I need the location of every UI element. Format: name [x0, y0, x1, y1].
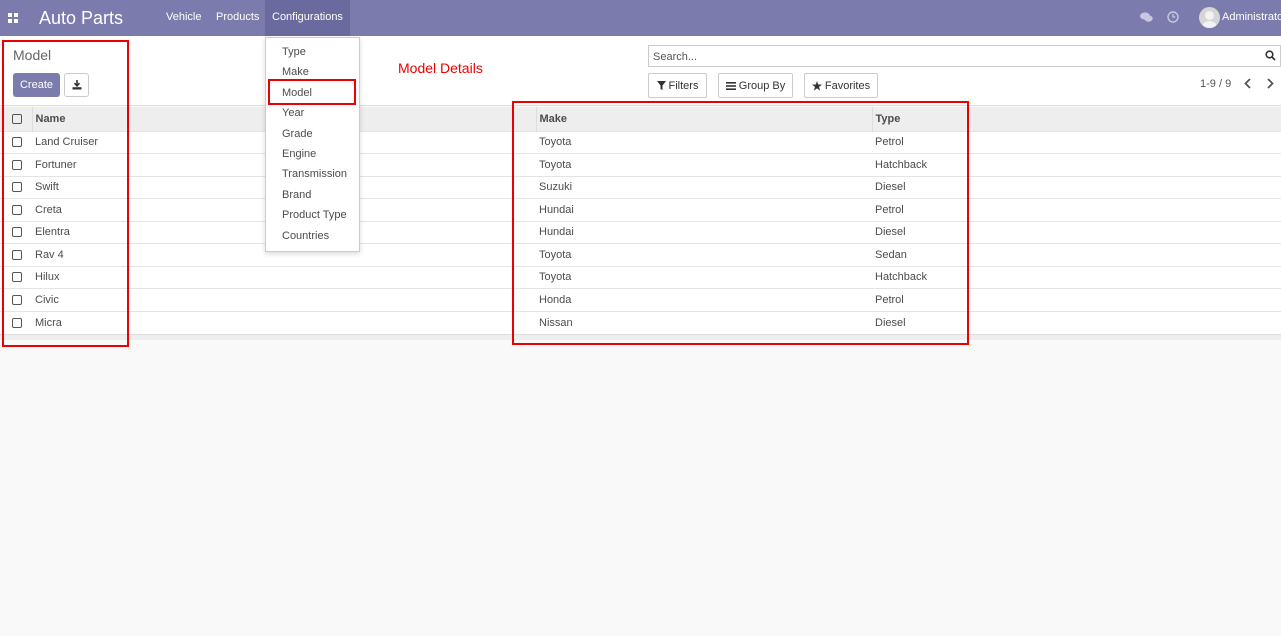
select-all-checkbox[interactable] [12, 113, 22, 124]
group-by-label: Group By [738, 79, 786, 92]
row-checkbox[interactable] [12, 227, 22, 238]
download-icon [72, 80, 81, 90]
configurations-dropdown: Type Make Model Year Grade Engine Transm… [265, 37, 360, 252]
dropdown-item-type[interactable]: Type [282, 46, 306, 58]
search-input[interactable] [653, 49, 1253, 64]
row-checkbox[interactable] [12, 272, 22, 283]
select-all-cell [0, 107, 32, 131]
dropdown-item-make[interactable]: Make [282, 66, 309, 78]
star-icon [811, 80, 822, 91]
row-checkbox[interactable] [12, 137, 22, 148]
cell-make[interactable]: Toyota [536, 265, 872, 289]
row-checkbox[interactable] [12, 182, 22, 193]
cell-type[interactable]: Petrol [872, 198, 1281, 221]
row-checkbox[interactable] [12, 317, 22, 328]
column-header-make[interactable]: Make [535, 107, 872, 131]
model-table: Name Make Type Land Cruiser Toyota Petrol F… [0, 107, 1281, 334]
table-row[interactable]: Land Cruiser Toyota Petrol [0, 130, 1281, 154]
filters-button[interactable]: Filters [648, 73, 707, 98]
cell-make[interactable]: Toyota [536, 243, 872, 266]
top-navbar: Auto Parts Vehicle Products Configuratio… [0, 0, 1281, 36]
table-row[interactable]: Rav 4 Toyota Sedan [0, 243, 1281, 266]
cell-make[interactable]: Honda [536, 288, 872, 311]
cell-make[interactable]: Hundai [536, 220, 872, 244]
list-icon [725, 81, 736, 90]
cell-type[interactable]: Petrol [872, 130, 1281, 154]
row-checkbox[interactable] [12, 159, 22, 170]
cell-type[interactable]: Hatchback [872, 153, 1281, 176]
table-row[interactable]: Micra Nissan Diesel [0, 310, 1281, 334]
row-select-cell [0, 243, 32, 266]
annotation-label: Model Details [398, 60, 483, 76]
search-box[interactable] [648, 45, 1281, 67]
dropdown-item-engine[interactable]: Engine [282, 148, 316, 160]
pager-value[interactable]: 1-9 / 9 [1200, 78, 1231, 90]
cell-name[interactable]: Hilux [32, 265, 536, 289]
row-select-cell [0, 175, 32, 199]
dropdown-item-brand[interactable]: Brand [282, 189, 311, 201]
chevron-left-icon[interactable] [1243, 78, 1253, 89]
table-row[interactable]: Civic Honda Petrol [0, 288, 1281, 311]
cell-make[interactable]: Toyota [536, 153, 872, 176]
row-checkbox[interactable] [12, 249, 22, 260]
dropdown-item-year[interactable]: Year [282, 107, 304, 119]
menu-vehicle[interactable]: Vehicle [159, 0, 208, 36]
dropdown-item-transmission[interactable]: Transmission [282, 168, 347, 180]
row-select-cell [0, 153, 32, 176]
cell-name[interactable]: Micra [32, 310, 536, 334]
row-select-cell [0, 288, 32, 311]
row-select-cell [0, 220, 32, 244]
menu-products[interactable]: Products [209, 0, 266, 36]
dropdown-item-model[interactable]: Model [282, 87, 312, 99]
cell-type[interactable]: Diesel [872, 220, 1281, 244]
cell-type[interactable]: Petrol [872, 288, 1281, 311]
create-button[interactable]: Create [13, 73, 60, 97]
row-select-cell [0, 198, 32, 221]
dropdown-item-product-type[interactable]: Product Type [282, 209, 347, 221]
cell-type[interactable]: Sedan [872, 243, 1281, 266]
row-checkbox[interactable] [12, 294, 22, 305]
table-row[interactable]: Creta Hundai Petrol [0, 198, 1281, 221]
cell-type[interactable]: Hatchback [872, 265, 1281, 289]
table-footer [0, 333, 1281, 340]
control-panel: Model Create Model Details Filters Group… [0, 36, 1281, 106]
row-select-cell [0, 310, 32, 334]
user-name[interactable]: Administrator [1222, 11, 1281, 23]
dropdown-item-grade[interactable]: Grade [282, 128, 313, 140]
chat-icon[interactable] [1140, 12, 1153, 23]
row-select-cell [0, 130, 32, 154]
chevron-right-icon[interactable] [1265, 78, 1275, 89]
cell-type[interactable]: Diesel [872, 310, 1281, 334]
list-view: Name Make Type Land Cruiser Toyota Petrol F… [0, 107, 1281, 340]
table-row[interactable]: Elentra Hundai Diesel [0, 220, 1281, 244]
dropdown-item-countries[interactable]: Countries [282, 230, 329, 242]
favorites-label: Favorites [824, 79, 871, 92]
group-by-button[interactable]: Group By [718, 73, 793, 98]
cell-make[interactable]: Toyota [536, 130, 872, 154]
table-row[interactable]: Hilux Toyota Hatchback [0, 265, 1281, 289]
cell-make[interactable]: Suzuki [536, 175, 872, 199]
table-row[interactable]: Fortuner Toyota Hatchback [0, 153, 1281, 176]
cell-make[interactable]: Nissan [536, 310, 872, 334]
app-title[interactable]: Auto Parts [39, 8, 123, 29]
search-icon[interactable] [1265, 50, 1276, 61]
page-title: Model [13, 47, 52, 63]
table-header-row: Name Make Type [0, 107, 1281, 131]
activity-clock-icon[interactable] [1167, 11, 1179, 23]
cell-make[interactable]: Hundai [536, 198, 872, 221]
cell-type[interactable]: Diesel [872, 175, 1281, 199]
table-row[interactable]: Swift Suzuki Diesel [0, 175, 1281, 199]
filters-label: Filters [668, 79, 699, 92]
download-button[interactable] [64, 73, 89, 97]
apps-grid-icon[interactable] [8, 13, 18, 23]
column-header-type[interactable]: Type [871, 107, 1281, 131]
cell-name[interactable]: Civic [32, 288, 536, 311]
row-checkbox[interactable] [12, 204, 22, 215]
user-avatar[interactable] [1199, 7, 1220, 28]
row-select-cell [0, 265, 32, 289]
filter-icon [656, 81, 666, 90]
menu-configurations[interactable]: Configurations [265, 0, 350, 36]
favorites-button[interactable]: Favorites [804, 73, 878, 98]
